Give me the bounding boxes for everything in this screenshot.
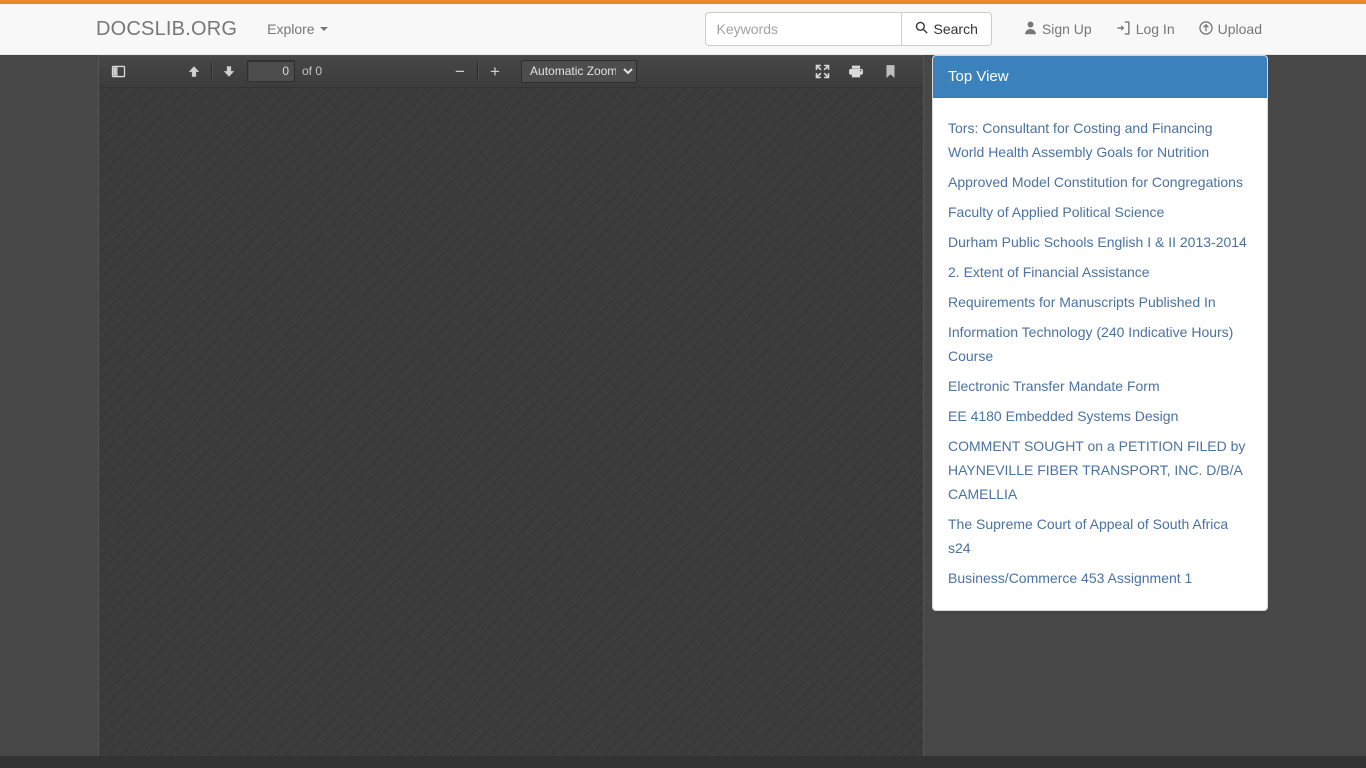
footer-strip [0, 756, 1366, 768]
search-input[interactable] [704, 12, 901, 46]
previous-page-button[interactable] [180, 59, 208, 83]
top-view-title: Top View [933, 56, 1267, 98]
zoom-out-label: − [455, 61, 465, 81]
zoom-in-button[interactable]: + [481, 59, 509, 83]
top-view-panel: Top View Tors: Consultant for Costing an… [932, 55, 1268, 611]
sidebar-toggle-button[interactable] [104, 59, 132, 83]
page-number-input[interactable] [247, 60, 295, 82]
nav-links: Sign Up Log In Upload [1012, 20, 1274, 38]
zoom-select[interactable]: Automatic ZoomActual SizePage FitPage Wi… [521, 59, 638, 83]
top-view-item[interactable]: Electronic Transfer Mandate Form [948, 374, 1252, 398]
toolbar-secondary-actions [808, 59, 918, 83]
search-button-label: Search [933, 21, 978, 37]
sign-up-label: Sign Up [1041, 21, 1092, 37]
user-icon [1024, 21, 1037, 38]
top-view-list: Tors: Consultant for Costing and Financi… [933, 98, 1267, 610]
viewer-stage: of 0 − + Automatic ZoomActual SizePage F… [0, 55, 1366, 768]
explore-label: Explore [267, 21, 315, 37]
toolbar-separator [211, 62, 212, 80]
header-actions: Search Sign Up [704, 12, 1366, 46]
toolbar-separator [477, 62, 479, 80]
pdf-page-canvas[interactable] [99, 88, 923, 768]
upload-label: Upload [1217, 21, 1262, 37]
next-page-button[interactable] [215, 59, 243, 83]
top-view-item[interactable]: Faculty of Applied Political Science [948, 200, 1252, 224]
top-view-item[interactable]: COMMENT SOUGHT on a PETITION FILED by HA… [948, 434, 1252, 506]
pdf-viewer: of 0 − + Automatic ZoomActual SizePage F… [98, 55, 924, 768]
chevron-down-icon [319, 27, 328, 31]
top-view-item[interactable]: Durham Public Schools English I & II 201… [948, 230, 1252, 254]
top-view-item[interactable]: EE 4180 Embedded Systems Design [948, 404, 1252, 428]
top-view-item[interactable]: Requirements for Manuscripts Published I… [948, 290, 1252, 314]
zoom-in-label: + [490, 61, 500, 81]
explore-menu[interactable]: Explore [267, 21, 328, 37]
upload-link[interactable]: Upload [1187, 20, 1274, 38]
top-view-item[interactable]: Information Technology (240 Indicative H… [948, 320, 1252, 368]
site-logo[interactable]: DOCSLIB.ORG [96, 18, 237, 41]
zoom-controls: − + Automatic ZoomActual SizePage FitPag… [446, 59, 638, 83]
page-total-label: of 0 [302, 64, 323, 78]
print-button[interactable] [842, 59, 870, 83]
top-view-item[interactable]: Tors: Consultant for Costing and Financi… [948, 116, 1252, 164]
search-icon [915, 21, 928, 37]
sign-up-link[interactable]: Sign Up [1012, 21, 1104, 38]
sign-in-icon [1116, 20, 1131, 38]
pdf-toolbar: of 0 − + Automatic ZoomActual SizePage F… [99, 55, 923, 88]
top-view-item[interactable]: Approved Model Constitution for Congrega… [948, 170, 1252, 194]
log-in-link[interactable]: Log In [1104, 20, 1187, 38]
search-button[interactable]: Search [900, 12, 992, 46]
search-form: Search [704, 12, 992, 46]
site-header: DOCSLIB.ORG Explore Search [0, 4, 1366, 55]
zoom-out-button[interactable]: − [446, 59, 474, 83]
upload-circle-icon [1198, 20, 1213, 38]
presentation-mode-button[interactable] [808, 59, 836, 83]
bookmark-button[interactable] [876, 59, 904, 83]
log-in-label: Log In [1135, 21, 1175, 37]
top-view-item[interactable]: Business/Commerce 453 Assignment 1 [948, 566, 1252, 590]
page-navigation: of 0 [247, 60, 322, 82]
top-view-item[interactable]: The Supreme Court of Appeal of South Afr… [948, 512, 1252, 560]
top-view-item[interactable]: 2. Extent of Financial Assistance [948, 260, 1252, 284]
